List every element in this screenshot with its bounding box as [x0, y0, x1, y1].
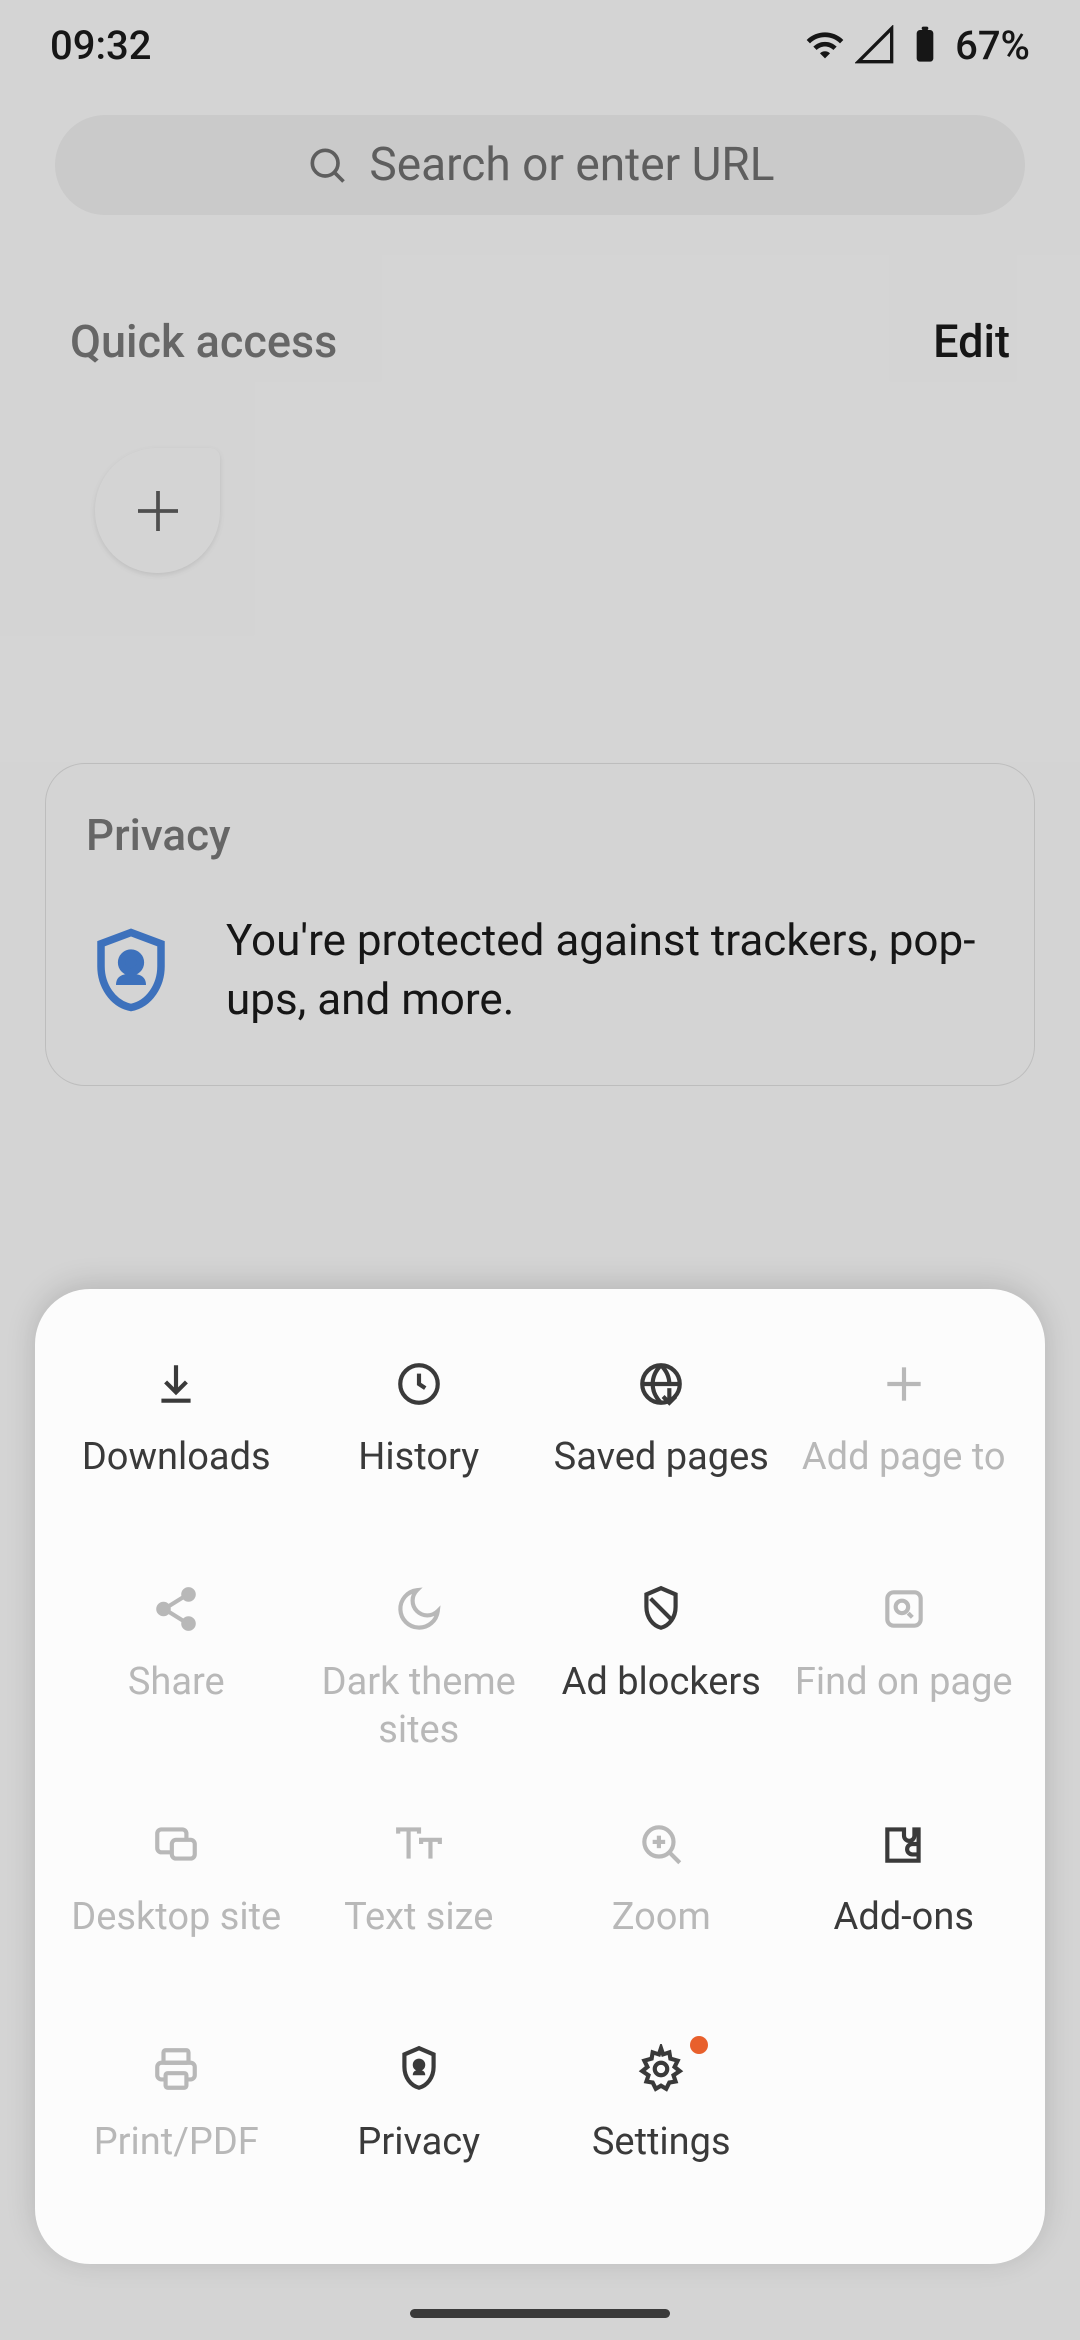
menu-item-text-size: Text size	[298, 1819, 541, 1979]
download-icon	[151, 1359, 201, 1409]
globe-down-icon	[636, 1359, 686, 1409]
menu-item-label: History	[358, 1434, 479, 1482]
menu-item-desktop: Desktop site	[55, 1819, 298, 1979]
notification-dot	[690, 2036, 708, 2054]
menu-item-moon: Dark theme sites	[298, 1584, 541, 1754]
menu-item-share: Share	[55, 1584, 298, 1754]
menu-item-plus: Add page to	[783, 1359, 1026, 1519]
moon-icon	[394, 1584, 444, 1634]
menu-item-puzzle[interactable]: Add-ons	[783, 1819, 1026, 1979]
menu-item-globe-down[interactable]: Saved pages	[540, 1359, 783, 1519]
menu-item-label: Saved pages	[554, 1434, 769, 1482]
menu-item-download[interactable]: Downloads	[55, 1359, 298, 1519]
menu-item-gear[interactable]: Settings	[540, 2044, 783, 2204]
puzzle-icon	[879, 1819, 929, 1869]
menu-item-label: Text size	[344, 1894, 493, 1942]
text-size-icon	[394, 1819, 444, 1869]
printer-icon	[151, 2044, 201, 2094]
menu-item-label: Zoom	[612, 1894, 711, 1942]
menu-item-clock[interactable]: History	[298, 1359, 541, 1519]
menu-item-shield-person[interactable]: Privacy	[298, 2044, 541, 2204]
menu-item-label: Share	[128, 1659, 225, 1707]
shield-person-icon	[394, 2044, 444, 2094]
gear-icon	[636, 2044, 686, 2094]
nav-indicator	[410, 2309, 670, 2318]
menu-item-label: Print/PDF	[94, 2119, 259, 2167]
zoom-icon	[636, 1819, 686, 1869]
menu-item-label: Add page to	[802, 1434, 1006, 1482]
share-icon	[151, 1584, 201, 1634]
menu-item-label: Settings	[592, 2119, 731, 2167]
menu-item-label: Dark theme sites	[298, 1659, 541, 1754]
menu-item-label: Privacy	[357, 2119, 480, 2167]
menu-item-label: Ad blockers	[562, 1659, 761, 1707]
clock-icon	[394, 1359, 444, 1409]
tools-menu-sheet: Downloads History Saved pages Add page to Sh…	[35, 1289, 1045, 2264]
menu-item-label: Downloads	[82, 1434, 271, 1482]
menu-item-shield-slash[interactable]: Ad blockers	[540, 1584, 783, 1754]
menu-item-find: Find on page	[783, 1584, 1026, 1754]
menu-item-label: Desktop site	[71, 1894, 281, 1942]
menu-item-printer: Print/PDF	[55, 2044, 298, 2204]
desktop-icon	[151, 1819, 201, 1869]
shield-slash-icon	[636, 1584, 686, 1634]
menu-item-zoom: Zoom	[540, 1819, 783, 1979]
find-icon	[879, 1584, 929, 1634]
plus-icon	[879, 1359, 929, 1409]
menu-item-label: Find on page	[795, 1659, 1013, 1707]
menu-item-label: Add-ons	[834, 1894, 974, 1942]
